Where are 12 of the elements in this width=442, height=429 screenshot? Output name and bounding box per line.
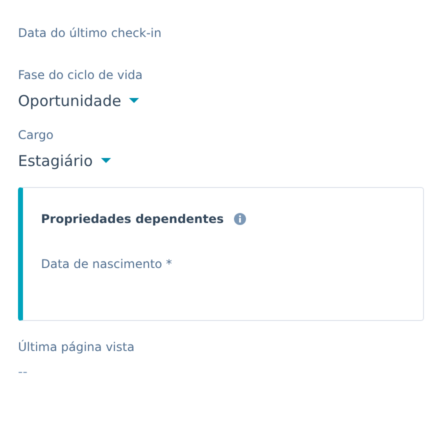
property-label: Fase do ciclo de vida (18, 67, 143, 83)
property-label: Data do último check-in (18, 25, 162, 41)
property-label: Cargo (18, 127, 54, 143)
caret-icon (100, 158, 111, 164)
caret-icon (129, 98, 140, 104)
info-icon[interactable] (234, 213, 246, 225)
property-label: Última página vista (18, 339, 134, 355)
field-label: Data de nascimento * (41, 256, 172, 272)
dropdown[interactable]: Estagiário (18, 151, 111, 171)
property-value: -- (18, 365, 28, 380)
card-title: Propriedades dependentes (41, 212, 224, 226)
dropdown[interactable]: Oportunidade (18, 91, 140, 111)
